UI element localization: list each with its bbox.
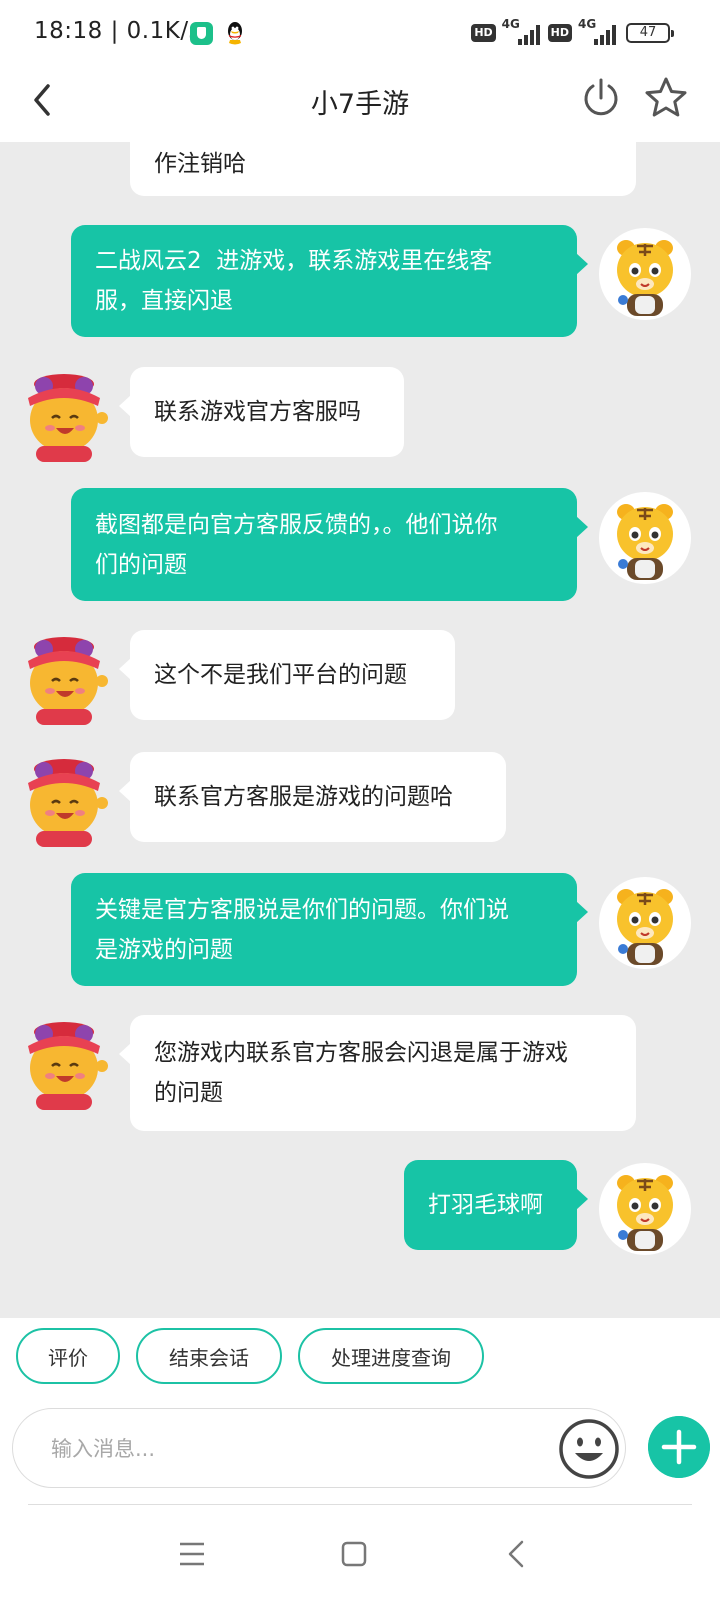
message-line: 的问题 [154,1080,223,1106]
message-line: 关键是官方客服说是你们的问题。你们说 [95,896,509,923]
hd-badge: HD [471,24,496,42]
message-text: 关键是官方客服说是你们的问题。你们说 是游戏的问题 [95,890,509,970]
message-line: 联系官方客服是游戏的问题哈 [154,784,453,810]
qq-penguin-icon [228,22,242,45]
home-square-icon[interactable] [330,1530,378,1578]
message-text: 作注销哈 [154,144,246,184]
hd-badge-2: HD [547,24,572,42]
message-text: 截图都是向官方客服反馈的，。他们说你 们的问题 [95,505,498,585]
user-avatar[interactable] [597,875,693,971]
emoji-icon[interactable] [557,1417,621,1481]
message-line: 您游戏内联系官方客服会闪退是属于游戏 [154,1040,568,1066]
message-line: 是游戏的问题 [95,936,233,963]
user-avatar[interactable] [597,490,693,586]
power-icon[interactable] [578,74,624,122]
message-line: 打羽毛球啊 [428,1192,543,1218]
status-bar: 18:18 | 0.1K/s HD 4G HD 4G 47 [0,0,720,64]
user-avatar[interactable] [597,1161,693,1257]
message-line: 联系游戏官方客服吗 [154,399,361,425]
message-line: 这个不是我们平台的问题 [154,662,407,688]
status-icons: HD 4G HD 4G 47 [471,17,674,46]
star-icon[interactable] [642,74,690,122]
agent-message-bubble[interactable]: 联系官方客服是游戏的问题哈 [119,752,506,842]
user-message-bubble[interactable]: 打羽毛球啊 [404,1160,588,1250]
status-time: 18:18 | 0.1K/s [34,18,202,44]
battery-icon: 47 [626,23,674,43]
signal-icon: 4G [502,17,542,45]
message-line: 作注销哈 [154,151,246,177]
signal-icon-2: 4G [578,17,618,45]
progress-query-button[interactable]: 处理进度查询 [298,1328,484,1384]
message-text: 您游戏内联系官方客服会闪退是属于游戏 的问题 [154,1033,568,1113]
menu-icon[interactable] [168,1530,216,1578]
plus-icon[interactable] [648,1416,710,1478]
message-text: 二战风云2 进游戏，联系游戏里在线客 服，直接闪退 [95,241,492,321]
agent-avatar[interactable] [14,631,110,727]
user-message-bubble[interactable]: 关键是官方客服说是你们的问题。你们说 是游戏的问题 [71,873,588,986]
rate-button[interactable]: 评价 [16,1328,120,1384]
message-text: 联系官方客服是游戏的问题哈 [154,777,453,817]
security-shield-icon [190,22,213,45]
message-line: 截图都是向官方客服反馈的，。他们说你 [95,511,498,538]
chat-header: 小7手游 [0,64,720,142]
agent-avatar[interactable] [14,753,110,849]
agent-message-bubble[interactable]: 这个不是我们平台的问题 [119,630,455,720]
agent-message-bubble[interactable]: 作注销哈 [130,142,636,196]
message-text: 这个不是我们平台的问题 [154,655,407,695]
message-input-wrapper [12,1408,626,1488]
agent-message-bubble[interactable]: 您游戏内联系官方客服会闪退是属于游戏 的问题 [119,1015,636,1131]
user-avatar[interactable] [597,226,693,322]
message-line: 二战风云2 进游戏，联系游戏里在线客 [95,248,493,274]
message-line: 服，直接闪退 [95,288,233,314]
message-line: 们的问题 [95,551,187,578]
agent-avatar[interactable] [14,1016,110,1112]
user-message-bubble[interactable]: 二战风云2 进游戏，联系游戏里在线客 服，直接闪退 [71,225,588,337]
nav-divider [28,1504,692,1505]
composer-area: 评价 结束会话 处理进度查询 [0,1318,720,1600]
message-input[interactable] [51,1429,531,1469]
message-text: 打羽毛球啊 [428,1185,543,1225]
agent-avatar[interactable] [14,368,110,464]
end-session-button[interactable]: 结束会话 [136,1328,282,1384]
back-icon[interactable] [494,1530,542,1578]
chat-messages[interactable]: 作注销哈二战风云2 进游戏，联系游戏里在线客 服，直接闪退 联系游戏官方客服吗 截… [0,142,720,1318]
user-message-bubble[interactable]: 截图都是向官方客服反馈的，。他们说你 们的问题 [71,488,588,601]
agent-message-bubble[interactable]: 联系游戏官方客服吗 [119,367,404,457]
message-text: 联系游戏官方客服吗 [154,392,361,432]
